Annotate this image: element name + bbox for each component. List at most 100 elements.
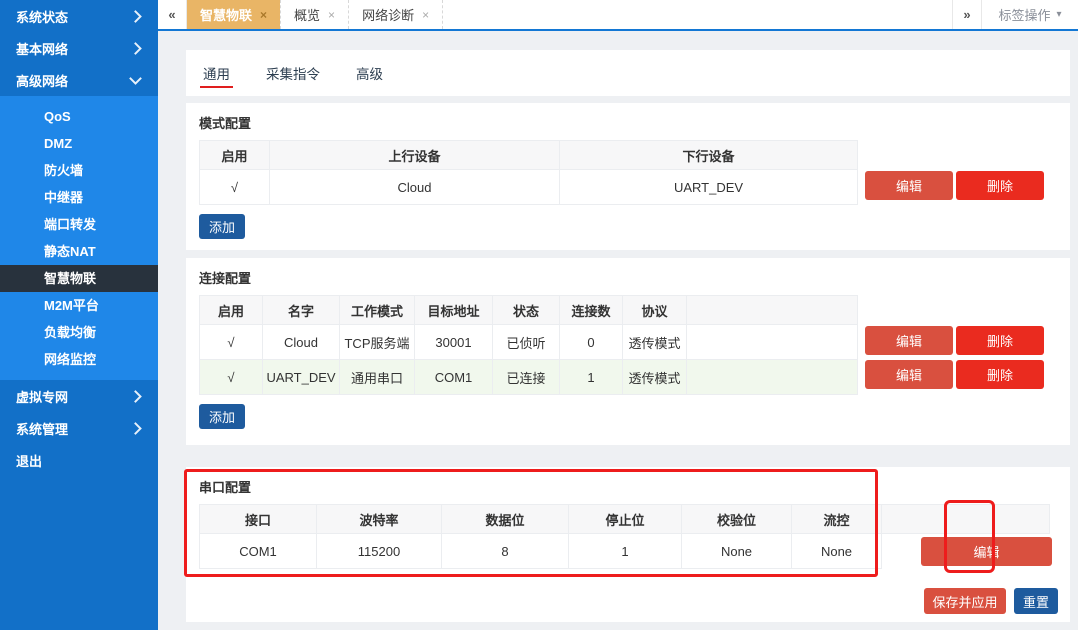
serial-config-section: 串口配置 接口 波特率 数据位 停止位 校验位 流控 COM1 115200 <box>186 467 1070 622</box>
close-icon[interactable]: × <box>260 9 267 21</box>
sidebar-subitem-network-monitoring[interactable]: 网络监控 <box>0 346 158 373</box>
cell-filler <box>687 360 858 395</box>
edit-button[interactable]: 编辑 <box>865 360 953 389</box>
sidebar-subitem-repeater[interactable]: 中继器 <box>0 184 158 211</box>
close-icon[interactable]: × <box>422 9 429 21</box>
sidebar-subitem-qos[interactable]: QoS <box>0 103 158 130</box>
sidebar-item-logout[interactable]: 退出 <box>0 444 158 476</box>
add-button[interactable]: 添加 <box>199 404 245 429</box>
sidebar-subitem-static-nat[interactable]: 静态NAT <box>0 238 158 265</box>
content-tabs: 通用 采集指令 高级 <box>186 50 1070 96</box>
tab-label: 智慧物联 <box>200 5 252 24</box>
sidebar-item-advanced-network[interactable]: 高级网络 <box>0 64 158 96</box>
save-and-apply-button[interactable]: 保存并应用 <box>924 588 1006 614</box>
column-header: 名字 <box>263 296 340 325</box>
tab-bar-spacer <box>443 0 952 29</box>
delete-button[interactable]: 删除 <box>956 360 1044 389</box>
cell-name: UART_DEV <box>263 360 340 395</box>
tab-scroll-right-button[interactable]: » <box>952 0 982 29</box>
sidebar: 系统状态 基本网络 高级网络 QoS DMZ 防火墙 中继器 端口转发 静态NA… <box>0 0 158 630</box>
reset-button[interactable]: 重置 <box>1014 588 1058 614</box>
tab-label: 概览 <box>294 5 320 24</box>
sidebar-subitem-load-balancing[interactable]: 负载均衡 <box>0 319 158 346</box>
tab-overview[interactable]: 概览 × <box>280 0 349 29</box>
sidebar-item-system-management[interactable]: 系统管理 <box>0 412 158 444</box>
section-title: 串口配置 <box>186 467 1070 496</box>
sidebar-subitem-smart-iot[interactable]: 智慧物联 <box>0 265 158 292</box>
delete-button[interactable]: 删除 <box>956 171 1044 200</box>
cell-interface: COM1 <box>200 534 317 569</box>
connection-config-section: 连接配置 启用 名字 工作模式 目标地址 状态 连接数 协议 <box>186 258 1070 445</box>
cell-flow-control: None <box>792 534 882 569</box>
cell-status: 已侦听 <box>493 325 560 360</box>
add-button[interactable]: 添加 <box>199 214 245 239</box>
top-tab-bar: « 智慧物联 × 概览 × 网络诊断 × » 标签操作 ▾ <box>158 0 1078 31</box>
tab-ops-dropdown[interactable]: 标签操作 ▾ <box>982 0 1078 29</box>
column-header: 目标地址 <box>415 296 493 325</box>
cell-connection-count: 0 <box>560 325 623 360</box>
cell-parity: None <box>682 534 792 569</box>
table-row: √ UART_DEV 通用串口 COM1 已连接 1 透传模式 <box>200 360 858 395</box>
tab-network-diagnosis[interactable]: 网络诊断 × <box>349 0 443 29</box>
main-content: 通用 采集指令 高级 模式配置 启用 上行设备 下行设备 √ Cloud UAR… <box>158 31 1078 630</box>
column-header: 连接数 <box>560 296 623 325</box>
table-header-row: 启用 上行设备 下行设备 <box>200 141 858 170</box>
close-icon[interactable]: × <box>328 9 335 21</box>
chevron-right-icon <box>129 422 142 435</box>
sidebar-item-basic-network[interactable]: 基本网络 <box>0 32 158 64</box>
edit-button[interactable]: 编辑 <box>921 537 1052 566</box>
column-header: 状态 <box>493 296 560 325</box>
tab-scroll-left-button[interactable]: « <box>158 0 187 29</box>
cell-uplink-device: Cloud <box>270 170 560 205</box>
column-header: 停止位 <box>569 505 682 534</box>
enabled-checkmark: √ <box>200 170 270 205</box>
tab-general[interactable]: 通用 <box>200 50 233 96</box>
column-header-filler <box>687 296 858 325</box>
row-actions: 编辑 删除 编辑 删除 <box>858 295 1070 391</box>
table-row: √ Cloud TCP服务端 30001 已侦听 0 透传模式 <box>200 325 858 360</box>
tab-advanced[interactable]: 高级 <box>353 50 386 96</box>
chevron-right-icon <box>129 42 142 55</box>
sidebar-item-vpn[interactable]: 虚拟专网 <box>0 380 158 412</box>
connection-config-table: 启用 名字 工作模式 目标地址 状态 连接数 协议 √ Cloud TCP服务端… <box>199 295 858 395</box>
sidebar-subitem-firewall[interactable]: 防火墙 <box>0 157 158 184</box>
row-actions: 编辑 <box>882 504 1070 568</box>
sidebar-subitem-port-forwarding[interactable]: 端口转发 <box>0 211 158 238</box>
sidebar-submenu: QoS DMZ 防火墙 中继器 端口转发 静态NAT 智慧物联 M2M平台 负载… <box>0 96 158 380</box>
delete-button[interactable]: 删除 <box>956 326 1044 355</box>
chevron-right-icon <box>129 390 142 403</box>
table-header-row: 启用 名字 工作模式 目标地址 状态 连接数 协议 <box>200 296 858 325</box>
column-header: 启用 <box>200 296 263 325</box>
column-header: 接口 <box>200 505 317 534</box>
column-header: 启用 <box>200 141 270 170</box>
table-row: COM1 115200 8 1 None None <box>200 534 882 569</box>
footer-actions: 保存并应用 重置 <box>924 588 1058 614</box>
section-title: 连接配置 <box>186 258 1070 287</box>
cell-work-mode: 通用串口 <box>340 360 415 395</box>
column-header: 工作模式 <box>340 296 415 325</box>
sidebar-item-label: 基本网络 <box>16 39 68 58</box>
column-header: 波特率 <box>317 505 442 534</box>
mode-config-section: 模式配置 启用 上行设备 下行设备 √ Cloud UART_DEV 编辑 <box>186 103 1070 250</box>
column-header: 校验位 <box>682 505 792 534</box>
cell-target-address: 30001 <box>415 325 493 360</box>
sidebar-item-system-status[interactable]: 系统状态 <box>0 0 158 32</box>
cell-baud-rate: 115200 <box>317 534 442 569</box>
edit-button[interactable]: 编辑 <box>865 171 953 200</box>
enabled-checkmark: √ <box>200 360 263 395</box>
cell-status: 已连接 <box>493 360 560 395</box>
row-actions: 编辑 删除 <box>858 140 1070 202</box>
caret-down-icon: ▾ <box>1056 9 1061 20</box>
edit-button[interactable]: 编辑 <box>865 326 953 355</box>
tab-collect-commands[interactable]: 采集指令 <box>263 50 323 96</box>
sidebar-item-label: 虚拟专网 <box>16 387 68 406</box>
table-header-row: 接口 波特率 数据位 停止位 校验位 流控 <box>200 505 882 534</box>
sidebar-subitem-dmz[interactable]: DMZ <box>0 130 158 157</box>
tab-smart-iot[interactable]: 智慧物联 × <box>187 0 280 29</box>
enabled-checkmark: √ <box>200 325 263 360</box>
sidebar-subitem-m2m-platform[interactable]: M2M平台 <box>0 292 158 319</box>
serial-config-table: 接口 波特率 数据位 停止位 校验位 流控 COM1 115200 8 1 No… <box>199 504 882 569</box>
cell-downlink-device: UART_DEV <box>560 170 858 205</box>
cell-connection-count: 1 <box>560 360 623 395</box>
cell-protocol: 透传模式 <box>623 325 687 360</box>
